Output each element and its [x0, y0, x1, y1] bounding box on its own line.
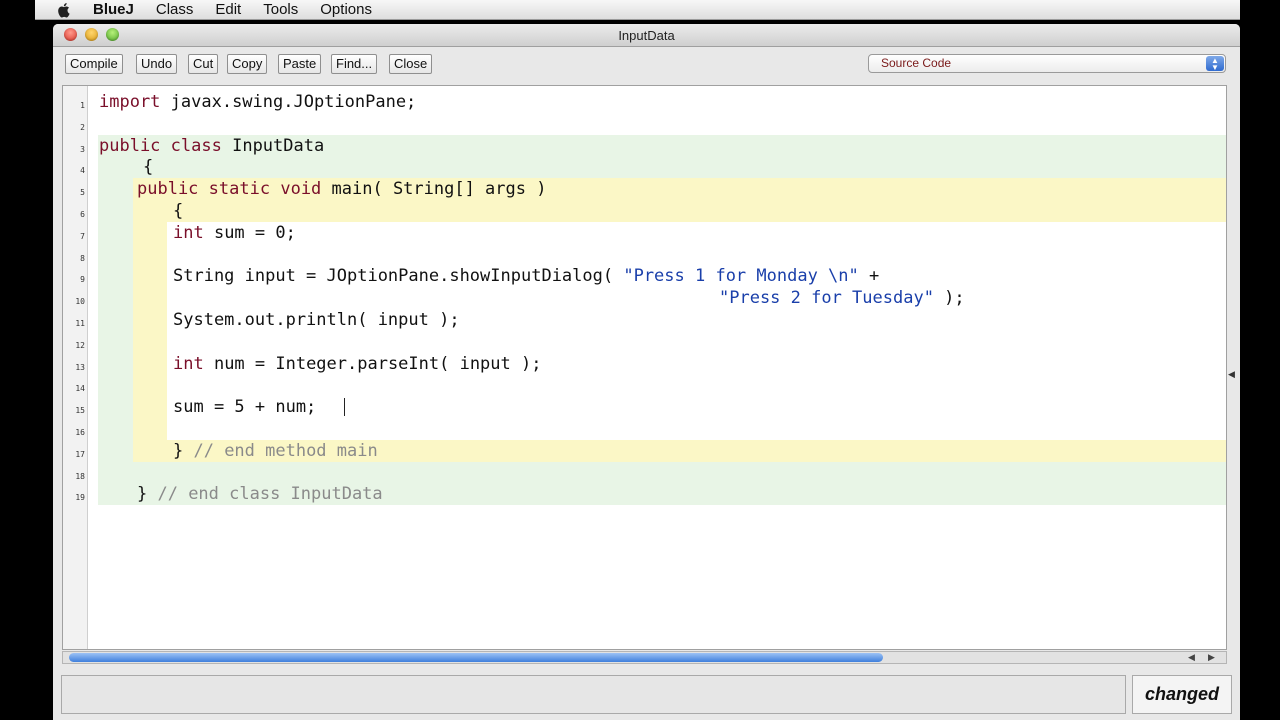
find-button[interactable]: Find... [331, 54, 378, 74]
line-number: 1 [80, 101, 85, 110]
code-line: 9 String input = JOptionPane.showInputDia… [63, 265, 1226, 287]
editor-window: InputData Compile Undo Cut Copy Paste Fi… [53, 24, 1240, 720]
line-number: 14 [75, 384, 85, 394]
menu-class[interactable]: Class [156, 1, 194, 18]
code-text[interactable]: sum = 5 + num; [173, 396, 316, 418]
code-line: 15 sum = 5 + num; [63, 396, 1226, 418]
undo-button[interactable]: Undo [136, 54, 178, 74]
line-number: 18 [75, 471, 85, 481]
paste-button[interactable]: Paste [278, 54, 322, 74]
code-line: 18 [63, 462, 1226, 484]
code-text[interactable]: import javax.swing.JOptionPane; [99, 91, 416, 113]
code-line: 5 public static void main( String[] args … [63, 178, 1226, 200]
code-editor[interactable]: 1 import javax.swing.JOptionPane; 2 3 public… [62, 85, 1227, 650]
code-line: 7 int sum = 0; [63, 222, 1226, 244]
code-line: 6{ [63, 200, 1226, 222]
window-title: InputData [618, 28, 675, 43]
horizontal-scrollbar[interactable]: ◀ ▶ [62, 651, 1227, 664]
code-line: 17 } // end method main [63, 440, 1226, 462]
code-text[interactable]: { [143, 156, 153, 178]
code-text[interactable]: "Press 2 for Tuesday" ); [719, 287, 965, 309]
line-number: 12 [75, 340, 85, 350]
compile-button[interactable]: Compile [65, 54, 123, 74]
menu-bar: BlueJ Class Edit Tools Options [35, 0, 1240, 20]
text-caret [344, 398, 345, 417]
line-number: 4 [80, 166, 85, 176]
line-number: 9 [80, 275, 85, 285]
code-text[interactable]: int sum = 0; [173, 222, 296, 244]
view-select[interactable]: Source Code ▲ ▼ [868, 54, 1226, 73]
code-line: 8 [63, 244, 1226, 266]
menu-tools[interactable]: Tools [263, 1, 298, 18]
code-line: 19 } // end class InputData [63, 483, 1226, 505]
code-line: 13 int num = Integer.parseInt( input ); [63, 353, 1226, 375]
line-number: 7 [80, 231, 85, 241]
view-select-value: Source Code [881, 56, 952, 70]
menu-options[interactable]: Options [320, 1, 372, 18]
line-number: 2 [80, 122, 85, 132]
line-number: 10 [75, 297, 85, 307]
code-line: 3 public class InputData [63, 135, 1226, 157]
line-number: 3 [80, 144, 85, 154]
code-line: 16 [63, 418, 1226, 440]
code-line: 12 [63, 331, 1226, 353]
code-line: 2 [63, 113, 1226, 135]
code-text[interactable]: System.out.println( input ); [173, 309, 460, 331]
line-number: 11 [75, 319, 85, 328]
code-line: 4{ [63, 156, 1226, 178]
scrollbar-thumb[interactable] [69, 653, 883, 662]
code-line: 1 import javax.swing.JOptionPane; [63, 91, 1226, 113]
code-line: 11 System.out.println( input ); [63, 309, 1226, 331]
code-line: 14 [63, 374, 1226, 396]
line-number: 13 [75, 362, 85, 372]
line-number: 19 [75, 493, 85, 503]
close-button[interactable]: Close [389, 54, 433, 74]
changed-status-label: changed [1132, 675, 1232, 714]
line-number: 15 [75, 406, 85, 416]
line-number: 6 [80, 210, 85, 219]
title-bar[interactable]: InputData [53, 24, 1240, 47]
code-text[interactable]: public static void main( String[] args ) [137, 178, 546, 200]
code-text[interactable]: int num = Integer.parseInt( input ); [173, 353, 541, 375]
code-text[interactable]: public class InputData [99, 135, 324, 157]
code-text[interactable]: { [173, 200, 183, 222]
menu-bluej[interactable]: BlueJ [93, 1, 134, 18]
code-text[interactable]: } // end method main [173, 440, 378, 462]
code-text[interactable]: } // end class InputData [137, 483, 383, 505]
scroll-right-icon[interactable]: ▶ [1208, 652, 1215, 663]
line-number: 5 [80, 188, 85, 198]
line-number: 8 [80, 253, 85, 263]
collapse-arrow-icon[interactable]: ◀ [1228, 369, 1235, 380]
line-number: 16 [75, 428, 85, 437]
copy-button[interactable]: Copy [227, 54, 268, 74]
menu-edit[interactable]: Edit [215, 1, 241, 18]
line-number: 17 [75, 449, 85, 459]
code-text[interactable]: String input = JOptionPane.showInputDial… [173, 265, 879, 287]
status-message-area [61, 675, 1126, 714]
code-line: 10 "Press 2 for Tuesday" ); [63, 287, 1226, 309]
select-arrows-icon: ▲ ▼ [1206, 56, 1224, 72]
scroll-left-icon[interactable]: ◀ [1188, 652, 1195, 663]
apple-icon[interactable] [57, 2, 71, 18]
cut-button[interactable]: Cut [188, 54, 219, 74]
